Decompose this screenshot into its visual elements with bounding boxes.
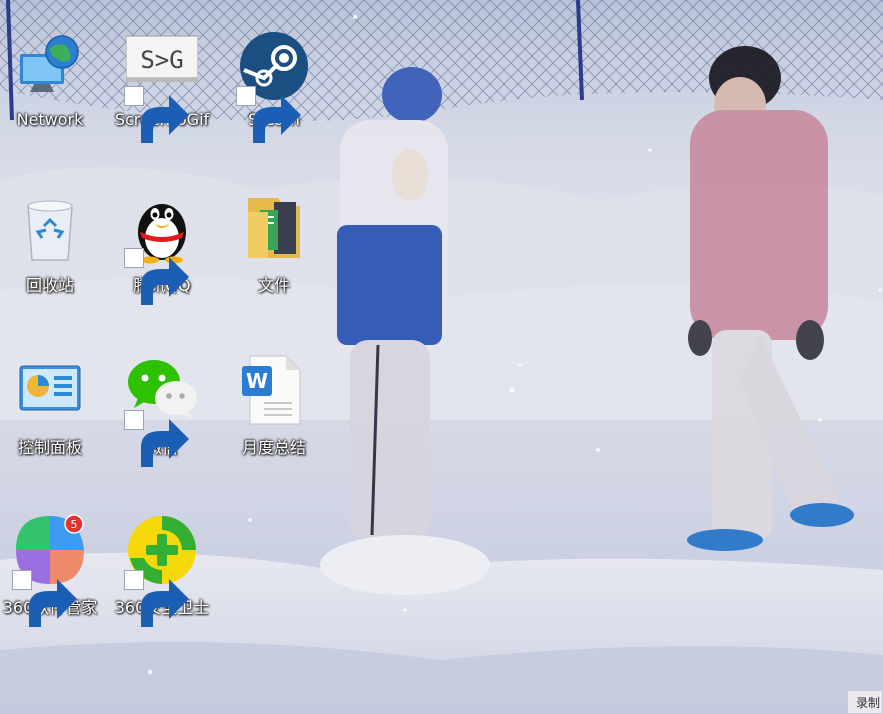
360-software-manager-icon: 5 — [12, 514, 86, 627]
desktop-icon-label: 回收站 — [25, 276, 74, 295]
shortcut-arrow-icon — [12, 570, 77, 627]
svg-text:5: 5 — [71, 518, 78, 531]
desktop-icon-qq[interactable]: 腾讯QQ — [106, 164, 218, 310]
word-document-icon: W — [238, 354, 310, 426]
desktop-icon-label: 控制面板 — [17, 438, 82, 457]
desktop-icon-label: 文件 — [257, 276, 290, 295]
steam-icon — [236, 30, 310, 143]
desktop-icon-control-panel[interactable]: 控制面板 — [0, 326, 106, 472]
360-security-icon — [124, 514, 198, 627]
shortcut-arrow-icon — [124, 86, 189, 143]
control-panel-icon — [14, 354, 86, 426]
desktop-icon-folder[interactable]: 文件 — [218, 164, 330, 310]
recording-widget-label: 录制 — [856, 696, 881, 710]
shortcut-arrow-icon — [124, 248, 189, 305]
network-icon — [14, 30, 86, 102]
wechat-icon — [124, 354, 198, 467]
desktop-icon-360-software-manager[interactable]: 5 360软件管家 — [0, 486, 106, 632]
desktop-icon-word-document[interactable]: W 月度总结 — [218, 326, 330, 472]
desktop-icon-wechat[interactable]: 微信 — [106, 326, 218, 472]
folder-icon — [238, 192, 310, 264]
desktop: Network S>G ScreenToGif — [0, 0, 883, 714]
desktop-icon-label: 月度总结 — [241, 438, 306, 457]
desktop-icon-steam[interactable]: Steam — [218, 2, 330, 148]
qq-penguin-icon — [124, 192, 198, 305]
desktop-icon-360-security[interactable]: 360安全卫士 — [106, 486, 218, 632]
svg-text:W: W — [246, 369, 268, 393]
screentogif-icon: S>G — [124, 30, 198, 143]
svg-text:S>G: S>G — [140, 46, 183, 74]
shortcut-arrow-icon — [124, 570, 189, 627]
desktop-icon-label: Network — [16, 110, 84, 129]
recording-widget[interactable]: 录制 — [847, 690, 883, 714]
desktop-icon-network[interactable]: Network — [0, 2, 106, 148]
shortcut-arrow-icon — [124, 410, 189, 467]
shortcut-arrow-icon — [236, 86, 301, 143]
desktop-icon-screentogif[interactable]: S>G ScreenToGif — [106, 2, 218, 148]
recycle-bin-icon — [14, 192, 86, 264]
desktop-icon-recycle-bin[interactable]: 回收站 — [0, 164, 106, 310]
